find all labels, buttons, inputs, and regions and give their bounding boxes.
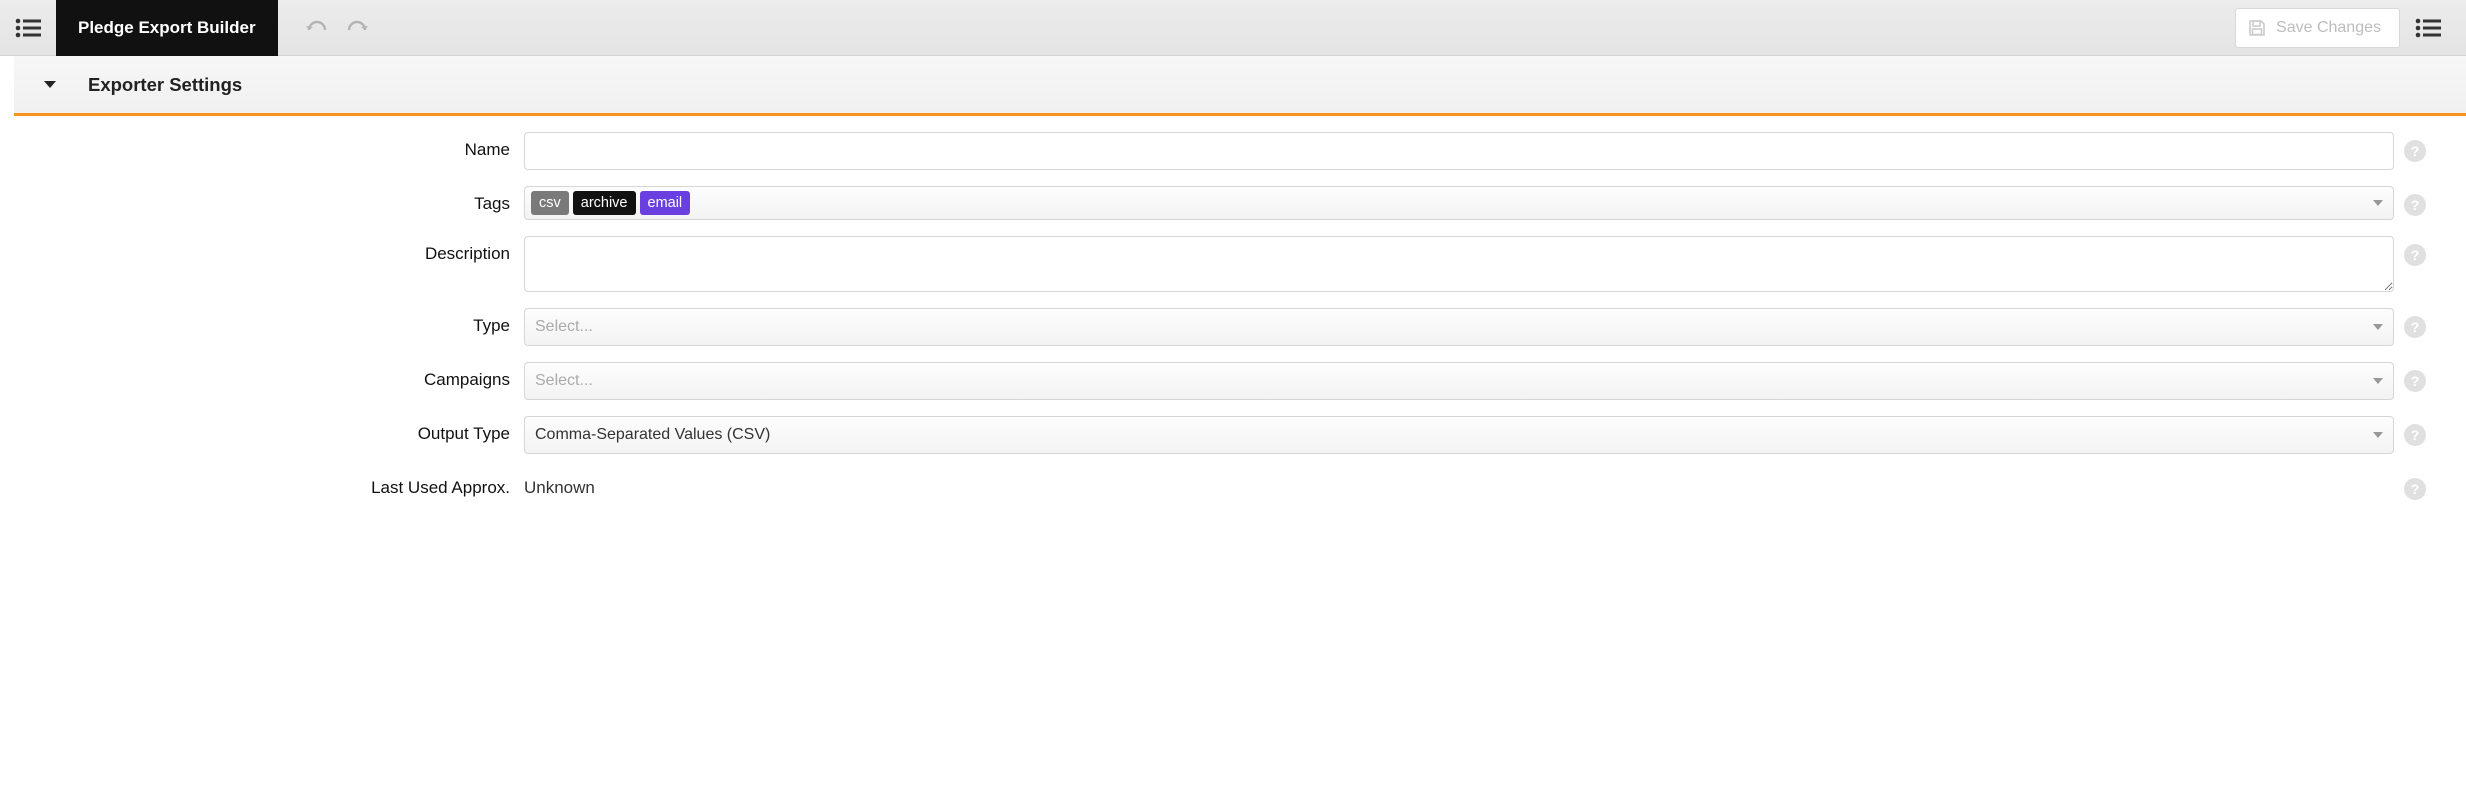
- collapse-toggle[interactable]: [22, 56, 78, 113]
- help-icon[interactable]: ?: [2404, 316, 2426, 338]
- list-icon: [2415, 18, 2441, 38]
- save-button-label: Save Changes: [2276, 19, 2381, 37]
- tag-chip[interactable]: email: [640, 191, 691, 215]
- list-icon: [15, 18, 41, 38]
- save-button[interactable]: Save Changes: [2235, 8, 2400, 48]
- type-select[interactable]: Select...: [524, 308, 2394, 346]
- help-icon[interactable]: ?: [2404, 478, 2426, 500]
- form-body: Name ? Tags csvarchiveemail ? Descriptio…: [0, 116, 2466, 532]
- help-icon[interactable]: ?: [2404, 424, 2426, 446]
- chevron-down-icon: [2373, 378, 2383, 384]
- label-type: Type: [14, 308, 524, 336]
- chevron-down-icon: [2373, 324, 2383, 330]
- help-icon[interactable]: ?: [2404, 370, 2426, 392]
- top-toolbar: Pledge Export Builder Save Changes: [0, 0, 2466, 56]
- name-input[interactable]: [524, 132, 2394, 170]
- section-header: Exporter Settings: [14, 56, 2466, 116]
- row-tags: Tags csvarchiveemail ?: [14, 186, 2426, 220]
- label-tags: Tags: [14, 186, 524, 214]
- undo-redo-group: [306, 20, 368, 36]
- row-type: Type Select... ?: [14, 308, 2426, 346]
- menu-right-button[interactable]: [2400, 0, 2456, 56]
- section-title: Exporter Settings: [88, 74, 242, 96]
- label-name: Name: [14, 132, 524, 160]
- output-type-select[interactable]: Comma-Separated Values (CSV): [524, 416, 2394, 454]
- label-campaigns: Campaigns: [14, 362, 524, 390]
- help-icon[interactable]: ?: [2404, 140, 2426, 162]
- last-used-value: Unknown: [524, 470, 2394, 498]
- tag-chip[interactable]: csv: [531, 191, 569, 215]
- help-icon[interactable]: ?: [2404, 194, 2426, 216]
- label-last-used: Last Used Approx.: [14, 470, 524, 498]
- undo-icon[interactable]: [306, 20, 328, 36]
- menu-left-button[interactable]: [0, 0, 56, 56]
- row-last-used: Last Used Approx. Unknown ?: [14, 470, 2426, 500]
- row-campaigns: Campaigns Select... ?: [14, 362, 2426, 400]
- tag-chip[interactable]: archive: [573, 191, 636, 215]
- page-title-tab: Pledge Export Builder: [56, 0, 278, 56]
- help-icon[interactable]: ?: [2404, 244, 2426, 266]
- output-type-value: Comma-Separated Values (CSV): [535, 426, 770, 444]
- row-output-type: Output Type Comma-Separated Values (CSV)…: [14, 416, 2426, 454]
- type-placeholder: Select...: [535, 318, 593, 336]
- caret-down-icon: [43, 80, 57, 90]
- label-output-type: Output Type: [14, 416, 524, 444]
- page-title: Pledge Export Builder: [78, 18, 256, 38]
- row-name: Name ?: [14, 132, 2426, 170]
- campaigns-select[interactable]: Select...: [524, 362, 2394, 400]
- redo-icon[interactable]: [346, 20, 368, 36]
- chevron-down-icon: [2373, 432, 2383, 438]
- save-icon: [2248, 19, 2266, 37]
- label-description: Description: [14, 236, 524, 264]
- tags-select[interactable]: csvarchiveemail: [524, 186, 2394, 220]
- campaigns-placeholder: Select...: [535, 372, 593, 390]
- description-textarea[interactable]: [524, 236, 2394, 292]
- row-description: Description ?: [14, 236, 2426, 292]
- chevron-down-icon: [2373, 200, 2383, 206]
